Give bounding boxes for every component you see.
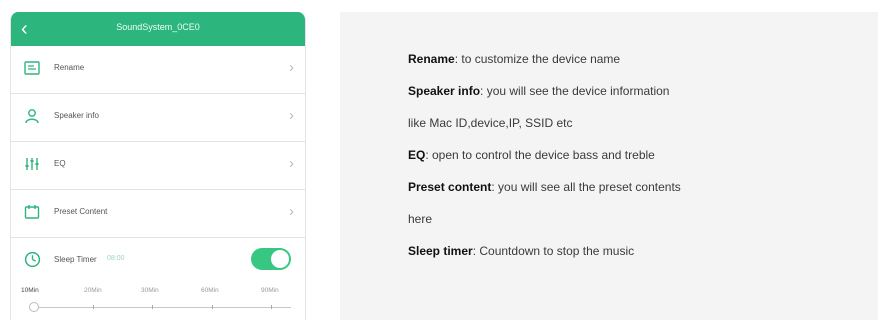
chevron-right-icon: › [289, 203, 294, 220]
page-title: SoundSystem_0CE0 [116, 22, 200, 32]
person-icon [25, 109, 39, 124]
info-line: Preset content: you will see all the pre… [408, 180, 681, 194]
slider-tick [271, 305, 272, 309]
settings-item-rename[interactable]: Rename › [11, 46, 305, 94]
info-text: like Mac ID,device,IP, SSID etc [408, 116, 573, 130]
tick-label: 60Min [201, 287, 219, 294]
info-line: like Mac ID,device,IP, SSID etc [408, 116, 573, 130]
slider-tick [152, 305, 153, 309]
preset-icon [24, 205, 40, 219]
sleep-timer-toggle[interactable] [251, 248, 291, 270]
slider-track [39, 307, 291, 308]
slider-tick [93, 305, 94, 309]
info-term: Rename [408, 52, 455, 66]
chevron-right-icon: › [289, 59, 294, 76]
chevron-right-icon: › [289, 107, 294, 124]
info-text: : open to control the device bass and tr… [425, 148, 655, 162]
settings-item-label: Preset Content [54, 207, 108, 216]
settings-item-speaker-info[interactable]: Speaker info › [11, 94, 305, 142]
info-line: Rename: to customize the device name [408, 52, 620, 66]
top-bar: ‹ SoundSystem_0CE0 [11, 12, 305, 46]
info-text: : to customize the device name [454, 52, 621, 66]
settings-item-label: Speaker info [54, 111, 99, 120]
tick-label: 20Min [84, 287, 102, 294]
info-term: Sleep timer [408, 244, 473, 258]
info-panel: Rename: to customize the device name Spe… [340, 12, 878, 320]
info-line: EQ: open to control the device bass and … [408, 148, 655, 162]
clock-icon [24, 251, 41, 268]
info-term: EQ [408, 148, 426, 162]
info-text: : Countdown to stop the music [472, 244, 635, 258]
tick-label: 10Min [21, 287, 39, 294]
sleep-timer-time: 08:00 [107, 255, 125, 262]
settings-item-preset-content[interactable]: Preset Content › [11, 190, 305, 238]
chevron-right-icon: › [289, 155, 294, 172]
slider-handle[interactable] [29, 302, 39, 312]
tick-label: 90Min [261, 287, 279, 294]
info-term: Preset content [408, 180, 492, 194]
settings-item-label: EQ [54, 159, 66, 168]
tick-label: 30Min [141, 287, 159, 294]
sleep-timer-slider[interactable]: 10Min 20Min 30Min 60Min 90Min [11, 287, 305, 317]
info-text: : you will see all the preset contents [491, 180, 681, 194]
toggle-knob [271, 250, 289, 268]
info-text: : you will see the device information [480, 84, 670, 98]
info-text: here [408, 212, 433, 226]
info-line: Speaker info: you will see the device in… [408, 84, 669, 98]
slider-tick [212, 305, 213, 309]
info-line: here [408, 212, 432, 226]
rename-icon [24, 61, 40, 75]
sleep-timer-label: Sleep Timer [54, 255, 97, 264]
info-line: Sleep timer: Countdown to stop the music [408, 244, 634, 258]
settings-item-eq[interactable]: EQ › [11, 142, 305, 190]
equalizer-icon [25, 158, 39, 170]
sleep-timer-row: Sleep Timer 08:00 [11, 238, 305, 282]
settings-item-label: Rename [54, 63, 85, 72]
phone-screen: ‹ SoundSystem_0CE0 Rename › Speaker info… [10, 12, 306, 320]
info-term: Speaker info [408, 84, 481, 98]
